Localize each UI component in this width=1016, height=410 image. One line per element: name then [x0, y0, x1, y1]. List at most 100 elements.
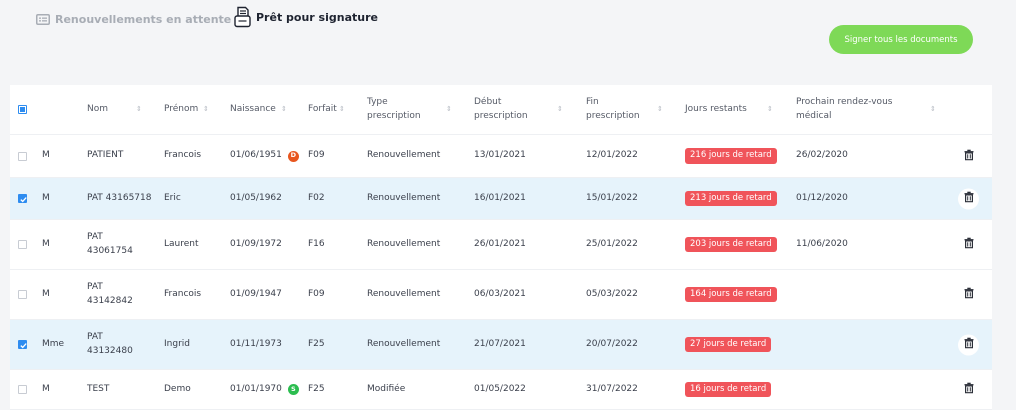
forfait-cell: F25 — [308, 338, 325, 349]
prenom-cell: Eric — [164, 192, 181, 203]
naissance-cell: 01/01/1970 S — [230, 370, 299, 409]
sort-icon[interactable]: ⇕ — [136, 106, 142, 113]
sort-icon[interactable]: ⇕ — [203, 106, 209, 113]
sort-icon[interactable]: ⇕ — [657, 106, 663, 113]
table-row[interactable]: M PAT 43165718 Eric 01/05/1962 F02 Renouvelle… — [10, 178, 992, 220]
status-dot-badge: D — [287, 150, 299, 162]
naissance-value: 01/09/1947 — [230, 288, 282, 299]
tab-ready-for-signature-label: Prêt pour signature — [256, 10, 378, 24]
fin-cell: 31/07/2022 — [586, 383, 638, 394]
civility-cell: M — [42, 288, 50, 299]
sort-icon[interactable]: ⇕ — [557, 106, 563, 113]
delete-button[interactable] — [958, 284, 979, 305]
debut-cell: 06/03/2021 — [474, 288, 526, 299]
nom-line1-wrap: TEST — [87, 383, 109, 396]
naissance-cell: 01/06/1951 D — [230, 135, 299, 177]
trash-icon — [964, 191, 974, 206]
header-prochain-rdv[interactable]: Prochain rendez-vous médical — [796, 85, 892, 134]
prenom-cell: Francois — [164, 288, 202, 299]
header-naissance-label: Naissance — [230, 103, 276, 114]
header-jours-label: Jours restants — [685, 103, 747, 114]
table-row[interactable]: Mme PAT 43132480 Ingrid 01/11/1973 F25 Renouve… — [10, 320, 992, 370]
sort-icon[interactable]: ⇕ — [767, 106, 773, 113]
delete-button[interactable] — [958, 234, 979, 255]
header-rdv-label: Prochain rendez-vous médical — [796, 96, 892, 122]
nom-line1: PAT 43165718 — [87, 192, 152, 203]
prenom-cell: Laurent — [164, 238, 199, 249]
header-debut-line2: prescription — [474, 110, 528, 121]
row-checkbox[interactable] — [18, 290, 27, 299]
delete-button[interactable] — [958, 379, 979, 400]
civility-cell: M — [42, 192, 50, 203]
sort-icon[interactable]: ⇕ — [930, 106, 936, 113]
header-fin-line1: Fin — [586, 97, 599, 108]
document-list-icon — [36, 14, 50, 25]
nom-line2: 43061754 — [87, 245, 133, 256]
rdv-cell: 01/12/2020 — [796, 192, 848, 203]
nom-cell: PAT 43132480 — [87, 320, 133, 369]
header-naissance[interactable]: Naissance — [230, 85, 276, 134]
row-checkbox[interactable] — [18, 152, 27, 161]
nom-line2: 43142842 — [87, 295, 133, 306]
nom-line1-wrap: PAT 43142842 — [87, 281, 133, 307]
nom-line1-wrap: PAT 43132480 — [87, 331, 133, 357]
jours-cell: 164 jours de retard — [685, 270, 777, 319]
sort-icon[interactable]: ⇕ — [339, 106, 345, 113]
select-all-checkbox[interactable] — [18, 105, 27, 114]
header-fin-line2: prescription — [586, 110, 640, 121]
header-fin-prescription[interactable]: Fin prescription — [586, 85, 640, 134]
header-prenom[interactable]: Prénom — [164, 85, 198, 134]
late-badge: 203 jours de retard — [685, 236, 777, 253]
delete-button[interactable] — [958, 188, 979, 209]
header-debut-label: Début prescription — [474, 96, 528, 122]
late-badge: 27 jours de retard — [685, 336, 772, 353]
sort-icon[interactable]: ⇕ — [446, 106, 452, 113]
naissance-cell: 01/09/1947 — [230, 270, 282, 319]
header-forfait[interactable]: Forfait — [308, 85, 337, 134]
naissance-value: 01/11/1973 — [230, 338, 282, 349]
table-row[interactable]: M PAT 43061754 Laurent 01/09/1972 F16 Renouvel… — [10, 220, 992, 270]
table-row[interactable]: M PATIENT Francois 01/06/1951 D F09 Renouvelle… — [10, 135, 992, 178]
delete-button[interactable] — [958, 334, 979, 355]
sign-all-documents-button[interactable]: Signer tous les documents — [829, 25, 973, 54]
table-header-row: Nom ⇕ Prénom ⇕ Naissance ⇕ Forfait ⇕ Typ… — [10, 85, 992, 135]
header-debut-prescription[interactable]: Début prescription — [474, 85, 528, 134]
tab-ready-for-signature[interactable]: Prêt pour signature — [234, 6, 378, 28]
header-type-prescription[interactable]: Type prescription — [367, 85, 421, 134]
tab-pending-renewals[interactable]: Renouvellements en attente — [36, 13, 231, 26]
late-badge: 164 jours de retard — [685, 286, 777, 303]
nom-line1-wrap: PAT 43165718 — [87, 192, 151, 205]
table-row[interactable]: M PAT 43142842 Francois 01/09/1947 F09 Renouve… — [10, 270, 992, 320]
civility-cell: M — [42, 383, 50, 394]
nom-cell: PAT 43142842 — [87, 270, 133, 319]
type-cell: Renouvellement — [367, 288, 441, 299]
nom-cell: PATIENT — [87, 135, 123, 177]
header-rdv-line1: Prochain rendez-vous — [796, 97, 893, 108]
fin-cell: 25/01/2022 — [586, 238, 638, 249]
row-checkbox[interactable] — [18, 240, 27, 249]
table-row[interactable]: M TEST Demo 01/01/1970 S F25 Modifiée 01/05/202… — [10, 370, 992, 410]
nom-line2: 43132480 — [87, 345, 133, 356]
jours-cell: 213 jours de retard — [685, 178, 777, 219]
naissance-value: 01/05/1962 — [230, 192, 282, 203]
row-checkbox[interactable] — [18, 340, 27, 349]
header-type-line2: prescription — [367, 110, 421, 121]
late-badge: 216 jours de retard — [685, 148, 777, 164]
trash-icon — [964, 237, 974, 252]
header-jours-restants[interactable]: Jours restants — [685, 85, 747, 134]
row-checkbox[interactable] — [18, 194, 27, 203]
late-badge: 213 jours de retard — [685, 190, 777, 207]
signature-document-icon — [234, 6, 251, 28]
header-nom[interactable]: Nom — [87, 85, 108, 134]
type-cell: Modifiée — [367, 383, 406, 394]
sort-icon[interactable]: ⇕ — [281, 106, 287, 113]
row-checkbox[interactable] — [18, 385, 27, 394]
nom-line1-wrap: PATIENT — [87, 149, 123, 162]
delete-button[interactable] — [958, 146, 979, 167]
fin-cell: 20/07/2022 — [586, 338, 638, 349]
naissance-value: 01/09/1972 — [230, 238, 282, 249]
debut-cell: 13/01/2021 — [474, 150, 526, 161]
naissance-cell: 01/09/1972 — [230, 220, 282, 269]
forfait-cell: F16 — [308, 238, 325, 249]
header-rdv-line2: médical — [796, 110, 832, 121]
